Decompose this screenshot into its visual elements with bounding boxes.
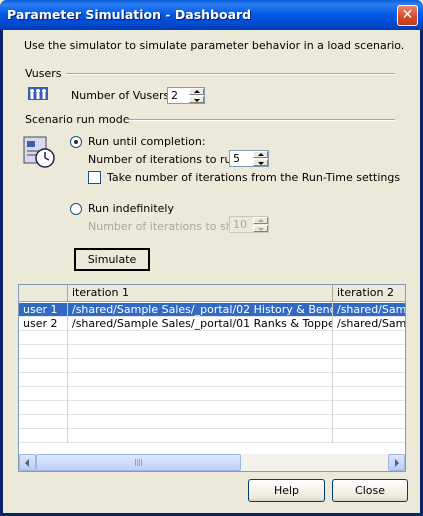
run-indefinitely-radio[interactable] xyxy=(70,203,82,215)
empty-table-row xyxy=(19,373,405,387)
vusers-decrement-button[interactable] xyxy=(189,96,204,103)
empty-cell xyxy=(333,401,405,415)
row-iteration-1-cell[interactable]: /shared/Sample Sales/_portal/02 History … xyxy=(68,303,333,317)
empty-cell xyxy=(68,429,333,443)
empty-table-row xyxy=(19,401,405,415)
empty-cell xyxy=(19,331,68,345)
empty-cell xyxy=(19,415,68,429)
empty-table-row xyxy=(19,331,405,345)
empty-cell xyxy=(333,415,405,429)
empty-cell xyxy=(333,359,405,373)
empty-cell xyxy=(19,387,68,401)
number-of-vusers-label: Number of Vusers: xyxy=(71,89,173,102)
row-iteration-2-cell[interactable]: /shared/Samp xyxy=(333,303,405,317)
empty-cell xyxy=(68,401,333,415)
empty-cell xyxy=(19,401,68,415)
empty-cell xyxy=(333,387,405,401)
close-button[interactable]: Close xyxy=(332,479,408,502)
empty-cell xyxy=(68,387,333,401)
table-row[interactable]: user 2 /shared/Sample Sales/_portal/01 R… xyxy=(19,317,405,331)
title-bar[interactable]: Parameter Simulation - Dashboard ✕ xyxy=(0,0,423,30)
grid-header-iteration-1[interactable]: iteration 1 xyxy=(68,285,333,302)
empty-table-row xyxy=(19,345,405,359)
runtime-settings-checkbox[interactable] xyxy=(88,171,101,184)
number-of-vusers-stepper[interactable]: 2 xyxy=(167,87,205,104)
simulate-button[interactable]: Simulate xyxy=(74,248,150,271)
empty-cell xyxy=(333,429,405,443)
help-button[interactable]: Help xyxy=(248,479,325,502)
vusers-group-label: Vusers xyxy=(25,67,62,80)
scroll-right-arrow-icon[interactable] xyxy=(388,454,405,471)
empty-table-row xyxy=(19,429,405,443)
empty-cell xyxy=(68,415,333,429)
run-mode-group-label: Scenario run mode xyxy=(25,113,130,126)
show-increment-button xyxy=(253,217,268,224)
run-mode-group-divider xyxy=(125,119,395,121)
scroll-left-arrow-icon[interactable] xyxy=(19,454,36,471)
empty-cell xyxy=(19,373,68,387)
empty-table-row xyxy=(19,415,405,429)
iterations-to-run-stepper[interactable]: 5 xyxy=(229,150,269,167)
iterations-to-show-value: 10 xyxy=(233,218,247,231)
empty-table-row xyxy=(19,387,405,401)
dialog-window: Parameter Simulation - Dashboard ✕ Use t… xyxy=(0,0,423,516)
vusers-icon xyxy=(28,87,48,100)
empty-cell xyxy=(19,345,68,359)
dialog-body: Use the simulator to simulate parameter … xyxy=(3,30,420,513)
iterations-decrement-button[interactable] xyxy=(253,159,268,166)
iterations-increment-button[interactable] xyxy=(253,151,268,158)
window-title: Parameter Simulation - Dashboard xyxy=(7,7,252,22)
horizontal-scrollbar[interactable] xyxy=(19,454,405,471)
empty-cell xyxy=(68,331,333,345)
iterations-to-show-label: Number of iterations to show: xyxy=(88,220,252,233)
run-until-completion-radio[interactable] xyxy=(70,136,82,148)
empty-cell xyxy=(68,345,333,359)
simulation-results-grid[interactable]: iteration 1 iteration 2 user 1 /shared/S… xyxy=(18,284,406,472)
empty-cell xyxy=(68,373,333,387)
empty-cell xyxy=(333,331,405,345)
row-iteration-2-cell[interactable]: /shared/Samp xyxy=(333,317,405,331)
empty-cell xyxy=(19,359,68,373)
row-user-cell[interactable]: user 2 xyxy=(19,317,68,331)
iterations-to-show-stepper: 10 xyxy=(229,216,269,233)
grid-header: iteration 1 iteration 2 xyxy=(19,285,405,302)
grid-header-user[interactable] xyxy=(19,285,68,302)
show-decrement-button xyxy=(253,225,268,232)
empty-table-row xyxy=(19,359,405,373)
run-until-completion-label[interactable]: Run until completion: xyxy=(88,135,206,148)
intro-text: Use the simulator to simulate parameter … xyxy=(24,39,405,52)
scenario-clock-icon xyxy=(23,136,55,168)
scrollbar-thumb[interactable] xyxy=(36,454,241,471)
grid-header-iteration-2[interactable]: iteration 2 xyxy=(333,285,405,302)
empty-cell xyxy=(68,359,333,373)
run-indefinitely-label[interactable]: Run indefinitely xyxy=(88,202,174,215)
close-window-button[interactable]: ✕ xyxy=(397,5,418,26)
iterations-to-run-label: Number of iterations to run: xyxy=(88,153,243,166)
row-user-cell[interactable]: user 1 xyxy=(19,303,68,317)
iterations-to-run-value[interactable]: 5 xyxy=(233,152,240,165)
vusers-group-divider xyxy=(66,73,395,75)
runtime-settings-label[interactable]: Take number of iterations from the Run-T… xyxy=(107,171,400,184)
vusers-increment-button[interactable] xyxy=(189,88,204,95)
empty-cell xyxy=(333,373,405,387)
row-iteration-1-cell[interactable]: /shared/Sample Sales/_portal/01 Ranks & … xyxy=(68,317,333,331)
empty-cell xyxy=(333,345,405,359)
empty-cell xyxy=(19,429,68,443)
number-of-vusers-value[interactable]: 2 xyxy=(171,89,178,102)
table-row[interactable]: user 1 /shared/Sample Sales/_portal/02 H… xyxy=(19,303,405,317)
